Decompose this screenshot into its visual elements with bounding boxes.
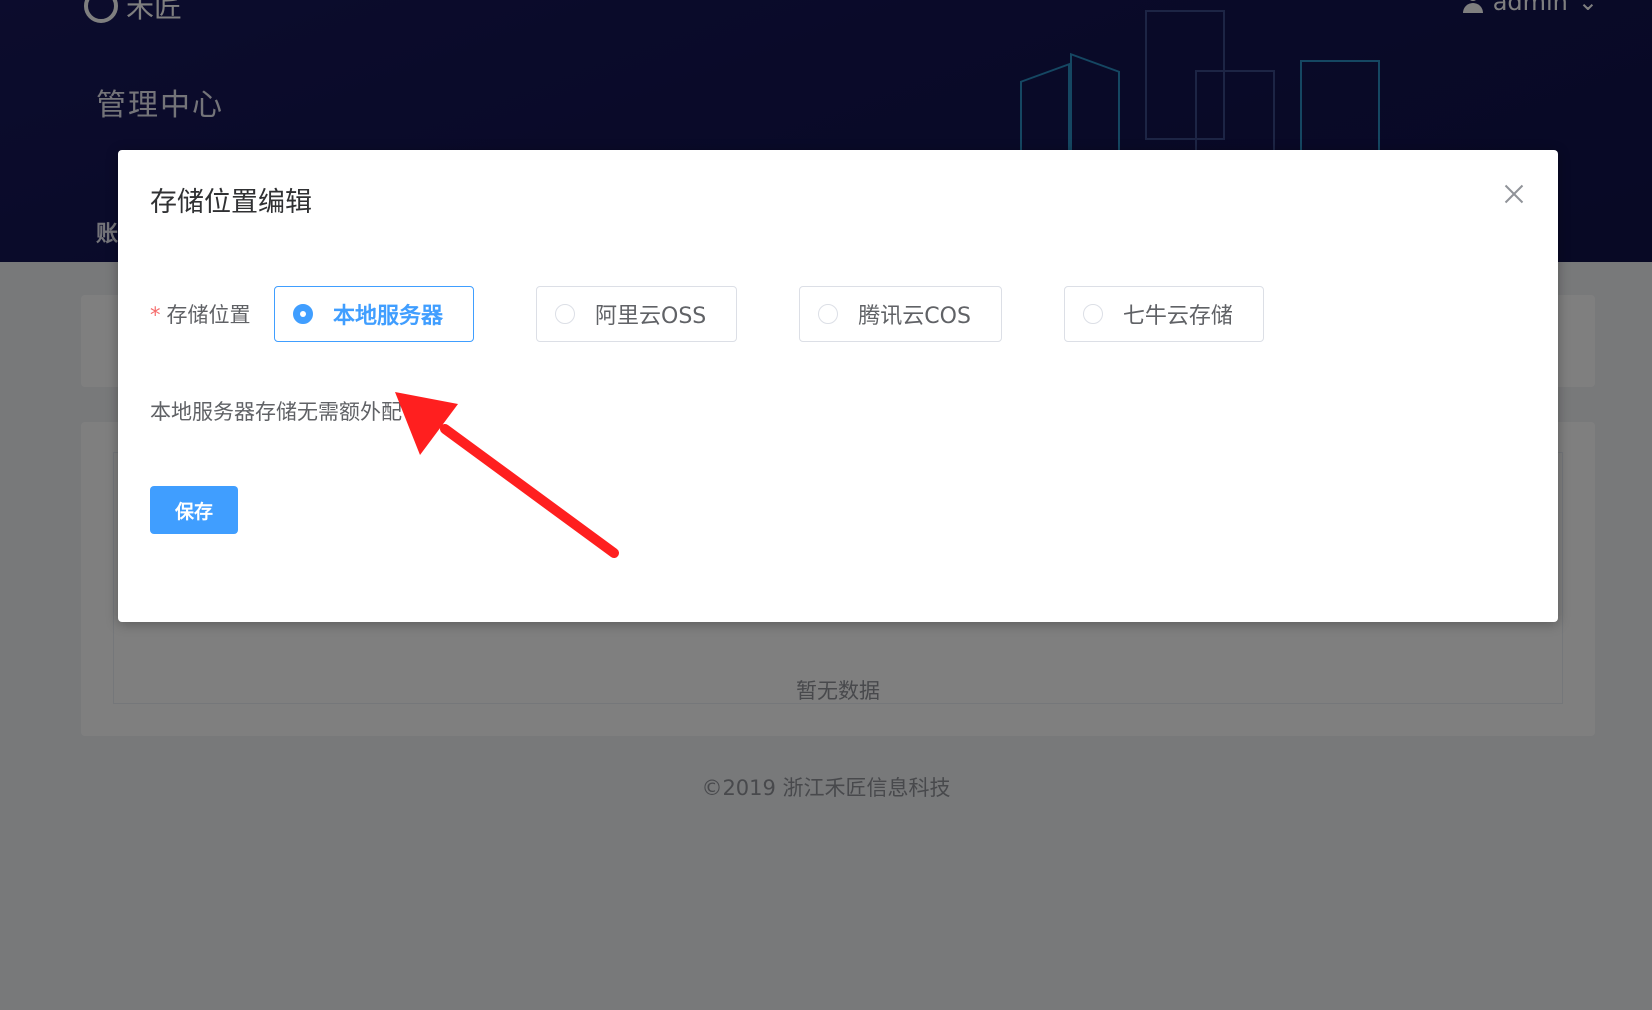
radio-unchecked-icon bbox=[818, 304, 839, 324]
radio-qiniu-storage[interactable]: 七牛云存储 bbox=[1063, 286, 1264, 342]
radio-tencent-cos[interactable]: 腾讯云COS bbox=[799, 286, 1002, 342]
radio-label: 七牛云存储 bbox=[1122, 304, 1233, 329]
radio-checked-icon bbox=[293, 304, 313, 324]
storage-radio-group: 本地服务器 阿里云OSS 腾讯云COS 七牛云存储 bbox=[274, 286, 1264, 342]
storage-location-label: * 存储位置 bbox=[150, 303, 251, 327]
storage-edit-dialog: 存储位置编辑 *存储位置 本地服务器 阿里云OSS 腾讯云COS 七牛云存储 bbox=[118, 150, 1558, 622]
radio-label: 阿里云OSS bbox=[595, 304, 707, 329]
save-button[interactable]: 保存 bbox=[150, 486, 238, 534]
radio-unchecked-icon bbox=[1082, 304, 1103, 324]
storage-location-field: * 存储位置 本地服务器 阿里云OSS 腾讯云COS 七牛云存储 bbox=[150, 286, 1264, 342]
required-mark: * bbox=[150, 303, 161, 327]
radio-unchecked-icon bbox=[555, 304, 576, 324]
close-icon[interactable] bbox=[1504, 184, 1524, 204]
radio-local-server[interactable]: 本地服务器 bbox=[274, 286, 475, 342]
dialog-title: 存储位置编辑 bbox=[150, 187, 312, 218]
storage-hint-text: 本地服务器存储无需额外配 bbox=[150, 400, 402, 424]
radio-label: 腾讯云COS bbox=[858, 304, 971, 329]
radio-label: 本地服务器 bbox=[333, 304, 444, 329]
radio-aliyun-oss[interactable]: 阿里云OSS bbox=[536, 286, 738, 342]
